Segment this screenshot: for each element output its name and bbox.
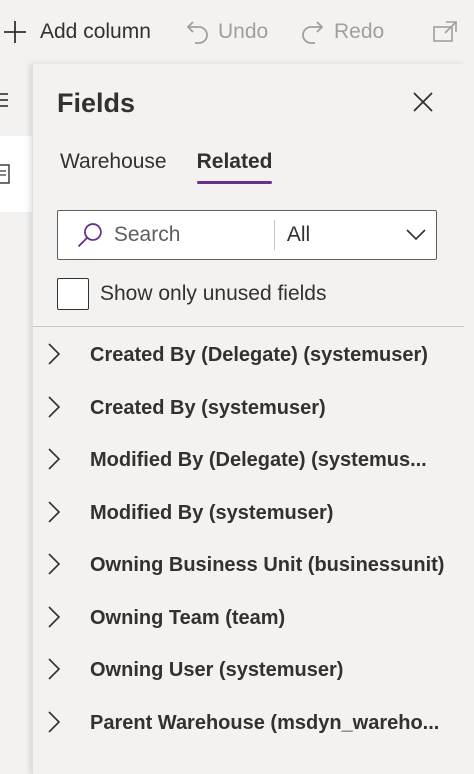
- fields-panel: Fields Warehouse Related All Show only u…: [32, 64, 464, 774]
- chevron-down-icon: [406, 229, 426, 241]
- close-button[interactable]: [411, 90, 435, 114]
- canvas-edge: [464, 64, 474, 774]
- hamburger-icon: [0, 93, 8, 107]
- unused-fields-toggle[interactable]: Show only unused fields: [57, 278, 326, 310]
- command-bar: Add column Undo Redo: [0, 0, 474, 64]
- redo-label: Redo: [334, 20, 385, 43]
- chevron-right-icon: [48, 710, 61, 733]
- add-column-label: Add column: [40, 20, 151, 43]
- search-icon: [78, 223, 102, 247]
- chevron-right-icon: [48, 605, 61, 628]
- chevron-right-icon: [48, 395, 61, 418]
- filter-selected-value: All: [286, 223, 311, 246]
- redo-icon: [302, 21, 323, 44]
- tab-warehouse[interactable]: Warehouse: [60, 150, 167, 184]
- left-navigation: [0, 64, 32, 774]
- search-input[interactable]: [111, 222, 272, 248]
- unused-fields-label: Show only unused fields: [100, 282, 327, 305]
- popout-button[interactable]: [432, 0, 462, 64]
- close-icon: [413, 92, 433, 112]
- field-label: Modified By (systemuser): [90, 501, 334, 524]
- search-box: All: [57, 210, 437, 260]
- field-item[interactable]: Owning Team (team): [33, 593, 464, 646]
- search-divider: [273, 220, 275, 250]
- field-item[interactable]: Modified By (systemuser): [33, 488, 464, 541]
- nav-item-selected[interactable]: [0, 136, 32, 212]
- panel-title: Fields: [57, 88, 136, 118]
- undo-label: Undo: [218, 20, 269, 43]
- chevron-right-icon: [48, 343, 61, 365]
- field-label: Owning Team (team): [90, 606, 286, 629]
- popout-icon: [433, 21, 457, 42]
- redo-button[interactable]: Redo: [300, 0, 384, 64]
- divider: [33, 326, 464, 327]
- field-item[interactable]: Modified By (Delegate) (systemus...: [33, 435, 464, 488]
- plus-icon: [4, 21, 26, 43]
- field-label: Owning Business Unit (businessunit): [90, 554, 445, 576]
- field-label: Created By (Delegate) (systemuser): [90, 344, 428, 366]
- chevron-right-icon: [48, 448, 61, 470]
- field-label: Modified By (Delegate) (systemus...: [90, 449, 427, 471]
- field-item[interactable]: Owning Business Unit (businessunit): [33, 540, 464, 593]
- related-field-list: Created By (Delegate) (systemuser) Creat…: [33, 330, 464, 750]
- field-item[interactable]: Created By (Delegate) (systemuser): [33, 330, 464, 383]
- field-label: Owning User (systemuser): [90, 659, 344, 681]
- field-item[interactable]: Owning User (systemuser): [33, 645, 464, 698]
- menu-button[interactable]: [0, 92, 10, 113]
- undo-button[interactable]: Undo: [186, 0, 268, 64]
- field-label: Parent Warehouse (msdyn_wareho...: [90, 711, 440, 734]
- field-label: Created By (systemuser): [90, 396, 326, 419]
- field-item[interactable]: Parent Warehouse (msdyn_wareho...: [33, 698, 464, 751]
- filter-dropdown[interactable]: All: [287, 223, 436, 247]
- undo-icon: [187, 21, 208, 44]
- chevron-right-icon: [48, 500, 61, 523]
- tab-related[interactable]: Related: [196, 150, 272, 184]
- chevron-right-icon: [48, 553, 61, 575]
- tab-list: Warehouse Related: [60, 150, 302, 184]
- add-column-button[interactable]: Add column: [2, 0, 151, 64]
- unused-fields-checkbox[interactable]: [57, 278, 89, 310]
- form-icon: [0, 164, 10, 184]
- chevron-right-icon: [48, 658, 61, 680]
- field-item[interactable]: Created By (systemuser): [33, 383, 464, 436]
